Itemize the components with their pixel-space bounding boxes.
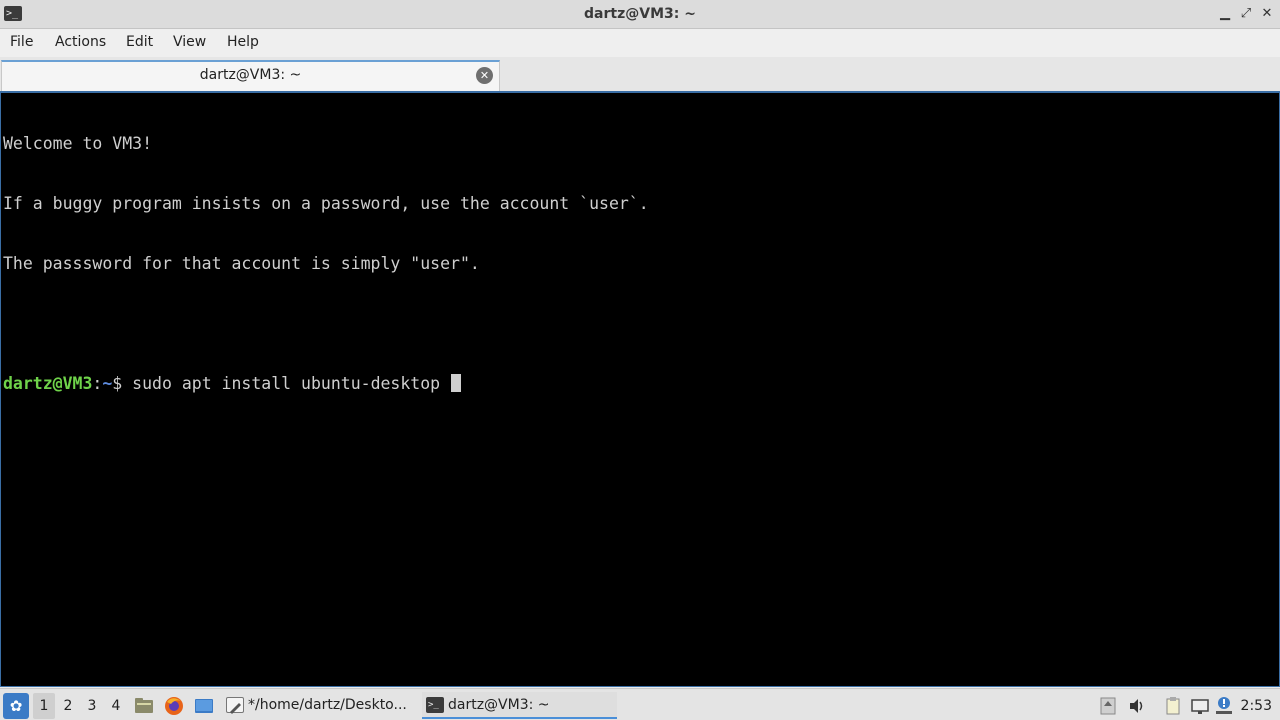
show-desktop-icon[interactable] (193, 693, 215, 719)
menu-view[interactable]: View (173, 34, 206, 50)
text-cursor (451, 374, 462, 392)
terminal-icon: >_ (426, 697, 444, 713)
terminal-line: If a buggy program insists on a password… (3, 194, 649, 213)
desktop-2-button[interactable]: 2 (57, 693, 79, 719)
close-icon[interactable]: ✕ (1258, 5, 1276, 23)
menu-actions[interactable]: Actions (55, 34, 106, 50)
task-terminal[interactable]: >_ dartz@VM3: ~ (422, 692, 617, 719)
window-titlebar[interactable]: >_ dartz@VM3: ~ ▁ ⤢ ✕ (0, 0, 1280, 29)
minimize-icon[interactable]: ▁ (1216, 5, 1234, 23)
desktop-1-button[interactable]: 1 (33, 693, 55, 719)
menu-bar: File Actions Edit View Help (0, 29, 1280, 57)
file-manager-icon[interactable] (133, 693, 155, 719)
firefox-icon[interactable] (163, 693, 185, 719)
menu-help[interactable]: Help (227, 34, 259, 50)
tab-label: dartz@VM3: ~ (199, 67, 302, 83)
desktop-4-button[interactable]: 4 (105, 693, 127, 719)
terminal-line: The passsword for that account is simply… (3, 254, 480, 273)
tab-bar: dartz@VM3: ~ ✕ (0, 57, 1280, 91)
command-text: sudo apt install ubuntu-desktop (132, 374, 451, 393)
prompt-line: dartz@VM3:~$ sudo apt install ubuntu-des… (3, 374, 649, 394)
start-menu-icon[interactable]: ✿ (3, 693, 29, 719)
clock[interactable]: 2:53 (1241, 693, 1272, 719)
notification-icon[interactable] (1214, 696, 1234, 716)
window-title: dartz@VM3: ~ (584, 6, 696, 22)
terminal-line: Welcome to VM3! (3, 134, 153, 153)
network-icon[interactable] (1190, 696, 1210, 716)
desktop-3-button[interactable]: 3 (81, 693, 103, 719)
menu-file[interactable]: File (10, 34, 33, 50)
text-editor-icon (226, 697, 244, 714)
terminal-view[interactable]: Welcome to VM3! If a buggy program insis… (0, 91, 1280, 687)
task-text-editor[interactable]: */home/dartz/Deskto... (222, 692, 417, 719)
prompt-user-host: dartz@VM3 (3, 374, 93, 393)
task-label: dartz@VM3: ~ (448, 697, 550, 713)
tab-close-icon[interactable]: ✕ (476, 67, 493, 84)
prompt-symbol: $ (112, 374, 133, 393)
menu-edit[interactable]: Edit (126, 34, 153, 50)
clipboard-icon[interactable] (1163, 696, 1183, 716)
prompt-path: ~ (102, 374, 113, 393)
updates-icon[interactable] (1098, 696, 1118, 716)
prompt-separator: : (92, 374, 103, 393)
task-label: */home/dartz/Deskto... (248, 697, 407, 713)
volume-icon[interactable] (1127, 696, 1147, 716)
maximize-icon[interactable]: ⤢ (1237, 5, 1255, 23)
tab-terminal[interactable]: dartz@VM3: ~ ✕ (1, 60, 500, 91)
taskbar: ✿ 1 2 3 4 */home/dartz/Deskto... >_ dart… (0, 688, 1280, 720)
